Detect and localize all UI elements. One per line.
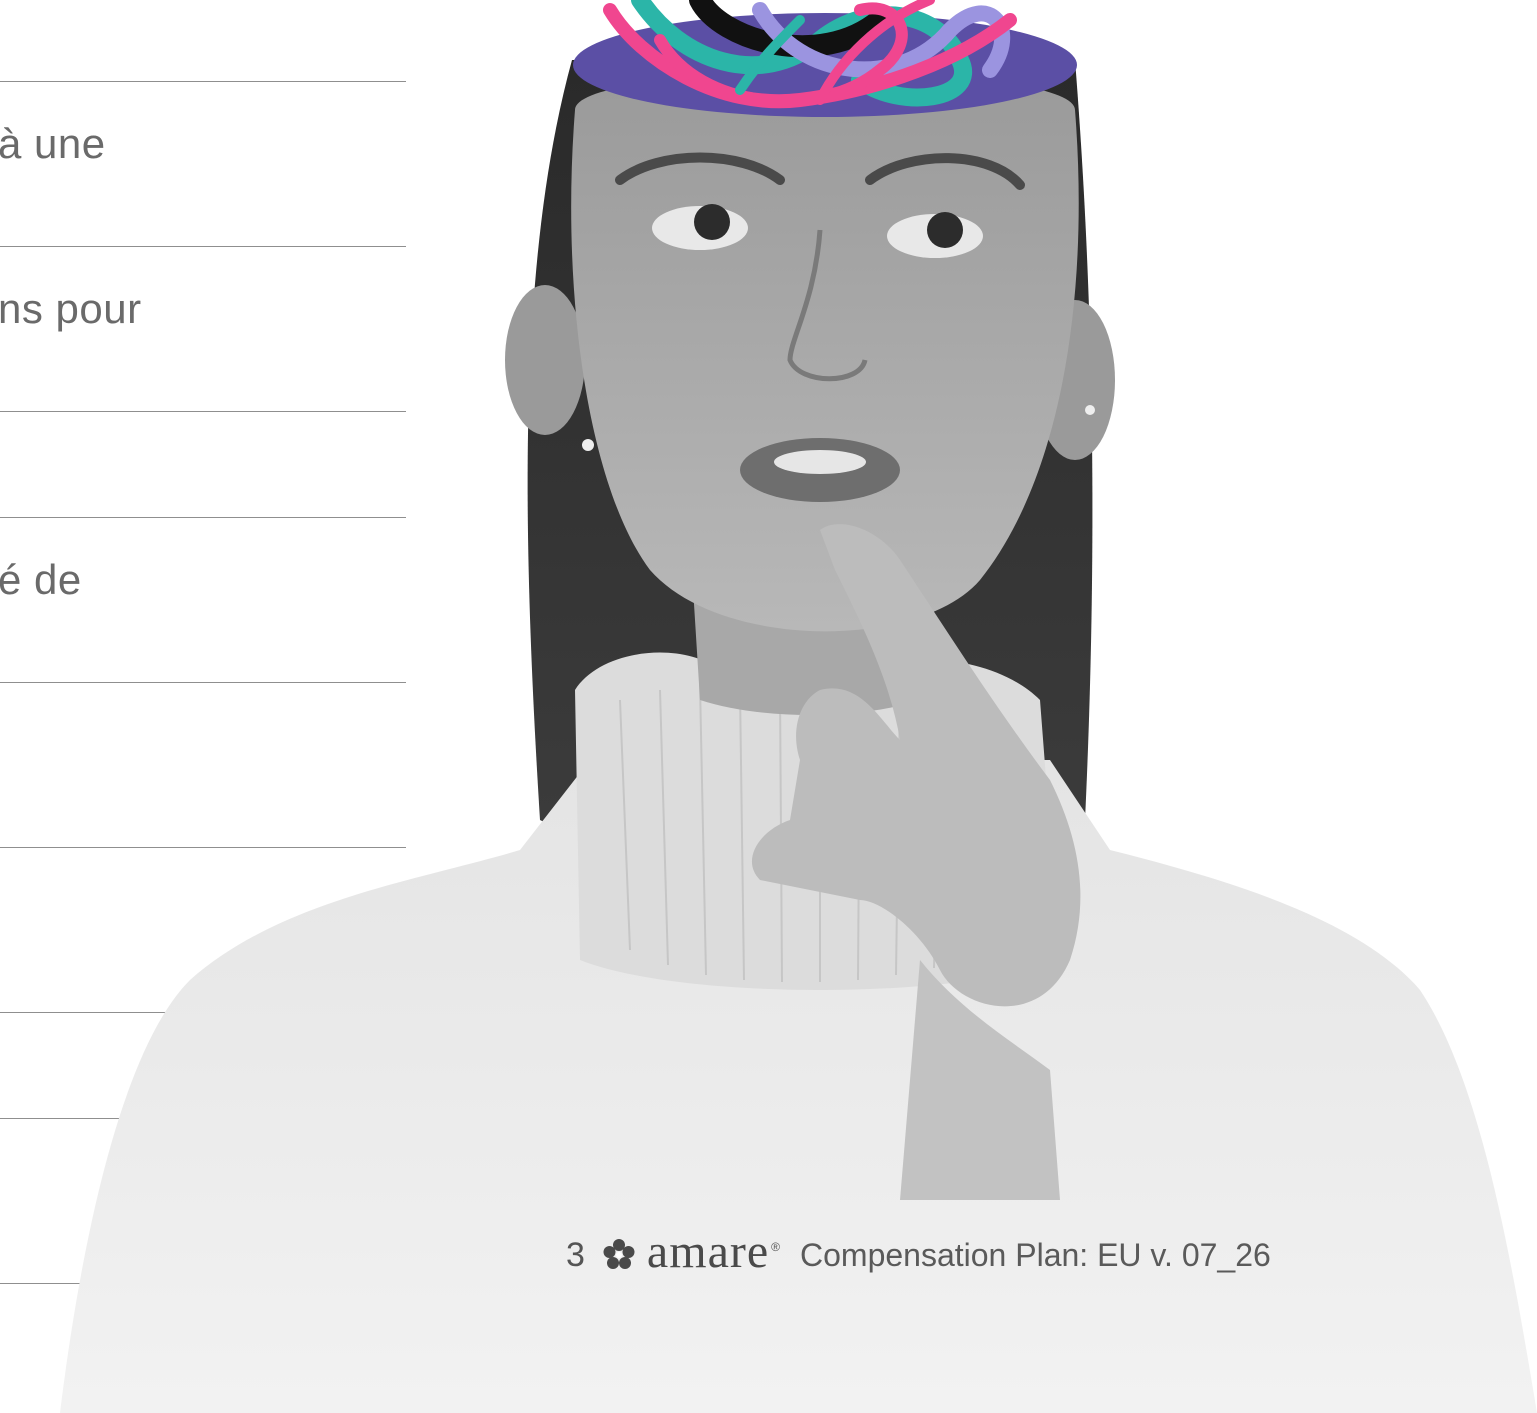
left-ear — [505, 285, 585, 435]
face — [571, 72, 1079, 632]
document-title: Compensation Plan: EU v. 07_26 — [800, 1236, 1271, 1273]
page-number: 3 — [566, 1235, 585, 1274]
page: à une ns pour é de 3 amare ® Compensatio… — [0, 0, 1537, 1413]
brand-logo-text: amare — [646, 1225, 770, 1278]
portrait-photo — [60, 0, 1537, 1413]
flower-logo-icon — [603, 1239, 635, 1269]
footer: 3 amare ® Compensation Plan: EU v. 07_26 — [566, 1225, 1271, 1280]
registered-mark: ® — [771, 1240, 780, 1254]
